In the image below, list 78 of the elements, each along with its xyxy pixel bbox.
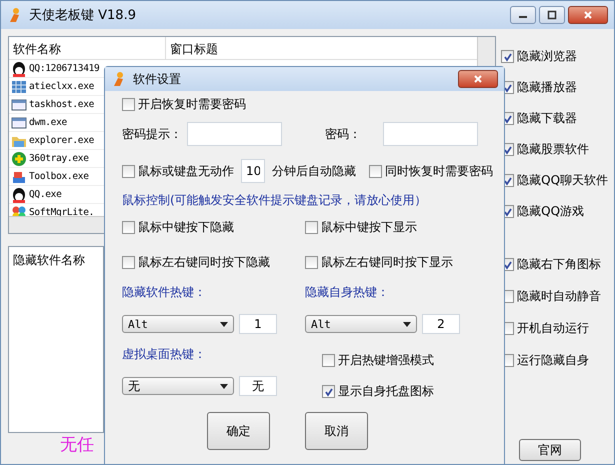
checkbox[interactable] [305, 221, 318, 234]
checkbox-label: 鼠标中键按下隐藏 [138, 219, 234, 236]
password-hint-field[interactable] [187, 122, 282, 146]
checkbox-label: 开机自动运行 [517, 320, 590, 337]
modifier-dropdown[interactable]: Alt [305, 315, 417, 333]
process-name[interactable]: explorer.exe [29, 135, 94, 146]
hotkey-label: 隐藏自身热键： [305, 284, 390, 301]
checkbox[interactable] [122, 164, 135, 178]
checkbox-label: 隐藏时自动静音 [517, 288, 602, 305]
status-text: 无任 [60, 434, 95, 456]
checkbox-label: 同时恢复时需要密码 [385, 162, 493, 180]
website-button[interactable]: 官网 [519, 439, 582, 461]
program-icon [11, 60, 27, 76]
caret-icon [220, 384, 228, 388]
checkbox[interactable] [122, 256, 135, 269]
close-button[interactable] [458, 70, 498, 88]
checkbox-label: 开启恢复时需要密码 [138, 96, 246, 112]
checkbox[interactable] [122, 221, 135, 234]
process-name[interactable]: dwm.exe [29, 117, 67, 128]
program-icon [11, 96, 27, 112]
minimize-button[interactable] [510, 6, 536, 24]
dialog-button[interactable]: 确定 [207, 412, 270, 450]
dialog-title: 软件设置 [133, 70, 181, 88]
program-icon [11, 78, 27, 94]
maximize-icon [547, 10, 557, 20]
checkbox-label: 隐藏下载器 [517, 110, 578, 127]
field-label: 密码： [325, 126, 362, 142]
program-icon [11, 114, 27, 130]
checkbox-label: 鼠标或键盘无动作 [138, 162, 234, 180]
process-name[interactable]: 360tray.exe [29, 153, 89, 164]
checkbox-label: 隐藏QQ游戏 [517, 203, 584, 220]
checkbox[interactable] [305, 256, 318, 269]
checkbox-label: 隐藏右下角图标 [517, 256, 602, 273]
close-icon [473, 74, 483, 84]
checkbox-label: 显示自身托盘图标 [338, 383, 434, 400]
program-icon [11, 150, 27, 166]
modifier-dropdown[interactable]: 无 [122, 377, 234, 395]
checkbox-label: 鼠标左右键同时按下隐藏 [138, 254, 270, 271]
modifier-dropdown[interactable]: Alt [122, 315, 234, 333]
process-name[interactable]: taskhost.exe [29, 99, 94, 110]
window-title: 天使老板键 V18.9 [29, 7, 136, 24]
close-button[interactable] [568, 6, 608, 24]
checkbox-label: 鼠标中键按下显示 [321, 219, 417, 236]
checkbox[interactable] [322, 385, 335, 398]
caret-icon [403, 322, 411, 326]
maximize-button[interactable] [539, 6, 565, 24]
hotkey-label: 隐藏软件热键： [122, 284, 207, 301]
checkbox-label: 鼠标左右键同时按下显示 [321, 254, 453, 271]
dialog-button[interactable]: 取消 [305, 412, 368, 450]
checkbox-label: 运行隐藏自身 [517, 352, 590, 369]
checkbox-label: 隐藏浏览器 [517, 48, 578, 65]
field-label: 分钟后自动隐藏 [272, 162, 356, 180]
process-name[interactable]: QQ:1206713419 [29, 63, 100, 74]
checkbox[interactable] [122, 98, 135, 110]
process-name[interactable]: SoftMgrLite. [29, 207, 94, 218]
hotkey-field[interactable]: 无 [239, 376, 277, 396]
checkbox-label: 开启热键增强模式 [338, 352, 434, 369]
process-name[interactable]: Toolbox.exe [29, 171, 89, 182]
process-name[interactable]: QQ.exe [29, 189, 62, 200]
column-header[interactable]: 软件名称 [9, 37, 166, 59]
checkbox-label: 隐藏播放器 [517, 79, 578, 96]
column-header[interactable]: 隐藏软件名称 [13, 252, 99, 269]
program-icon [11, 186, 27, 202]
caret-icon [220, 322, 228, 326]
hotkey-label: 虚拟桌面热键： [122, 346, 207, 363]
checkbox[interactable] [369, 164, 382, 178]
column-header[interactable]: 窗口标题 [166, 37, 222, 59]
hotkey-field[interactable]: 2 [422, 314, 460, 334]
checkbox-label: 隐藏QQ聊天软件 [517, 172, 608, 189]
checkbox[interactable] [501, 50, 514, 63]
checkbox[interactable] [322, 354, 335, 367]
process-name[interactable]: atieclxx.exe [29, 81, 94, 92]
field-label: 密码提示： [122, 126, 183, 142]
hotkey-field[interactable]: 1 [239, 314, 277, 334]
password-field[interactable] [383, 122, 478, 146]
close-icon [583, 10, 593, 20]
section-heading: 鼠标控制(可能触发安全软件提示键盘记录，请放心使用） [122, 192, 428, 209]
checkbox-label: 隐藏股票软件 [517, 141, 590, 158]
